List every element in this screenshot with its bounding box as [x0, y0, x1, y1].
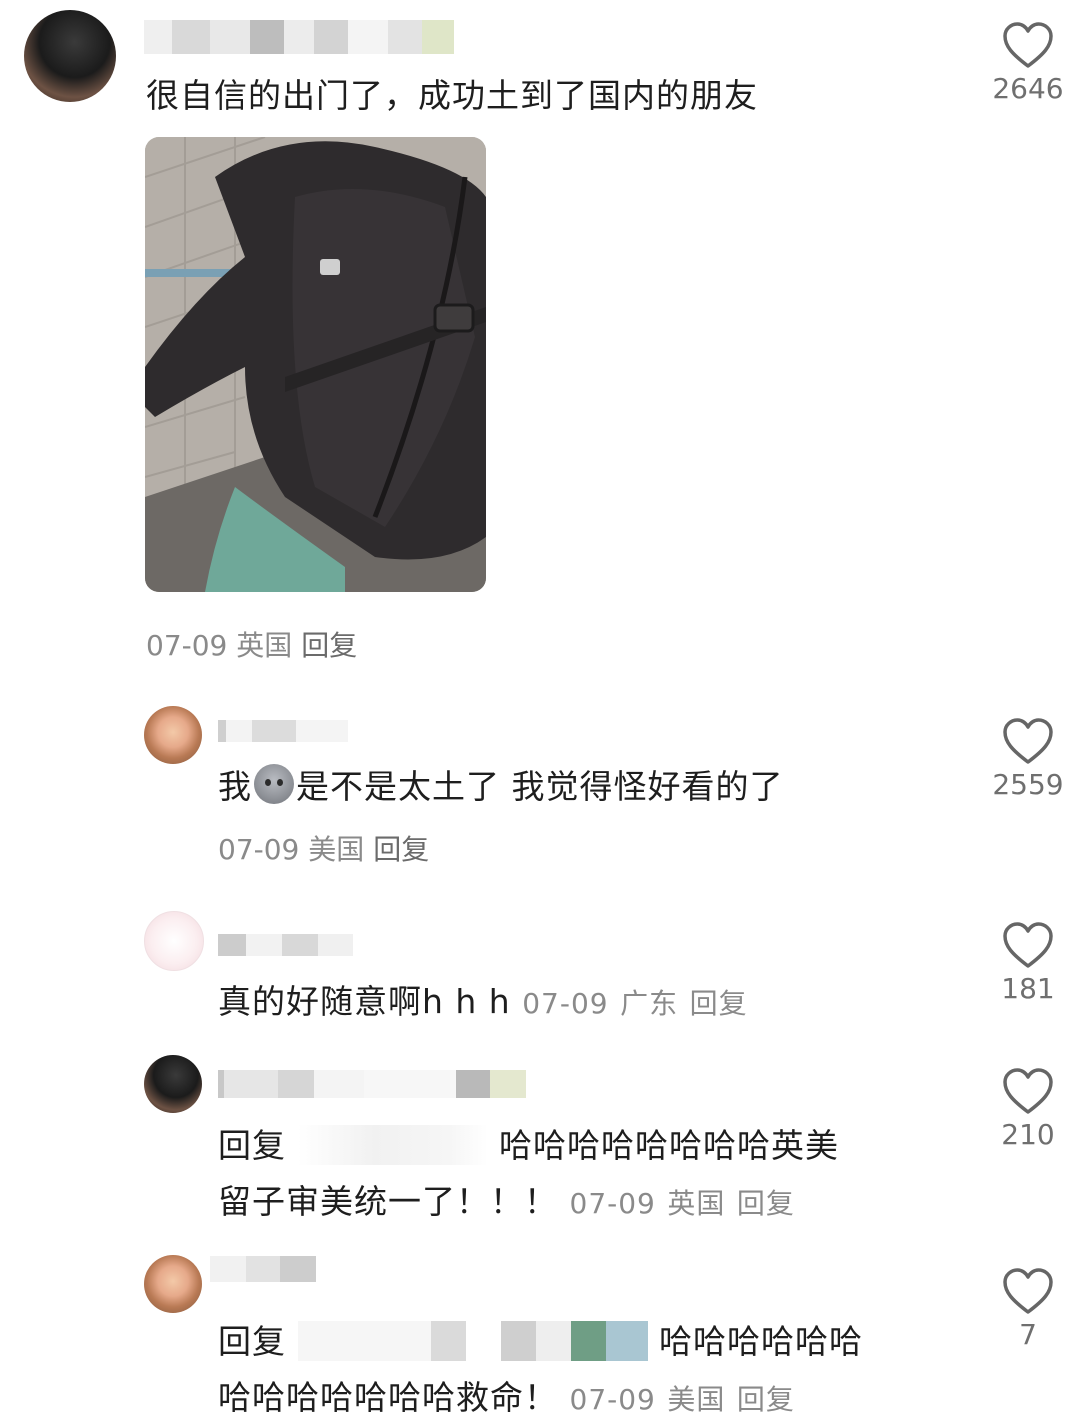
- reply-button[interactable]: 回复: [737, 1383, 795, 1416]
- comment-location: 英国: [236, 629, 293, 662]
- reply-button[interactable]: 回复: [373, 833, 429, 866]
- username-redacted[interactable]: [218, 720, 348, 742]
- comment-date: 07-09: [569, 1383, 656, 1416]
- comment-date: 07-09: [569, 1187, 656, 1220]
- comment-text: 我 是不是太土了 我觉得怪好看的了: [218, 764, 784, 809]
- comment-text-part: 是不是太土了 我觉得怪好看的了: [296, 767, 784, 806]
- reply-prefix: 回复: [218, 1126, 286, 1165]
- like-button[interactable]: 2559: [983, 718, 1070, 801]
- comment-date: 07-09: [146, 629, 228, 662]
- comment-location: 英国: [667, 1187, 726, 1220]
- comment-text: 哈哈哈哈哈哈: [659, 1322, 863, 1361]
- heart-icon[interactable]: [1002, 1268, 1054, 1316]
- comment-text-row: 真的好随意啊h h h 07-09 广东 回复: [218, 980, 748, 1026]
- mention-redacted[interactable]: [297, 1321, 648, 1361]
- comment-text-line1: 回复 哈哈哈哈哈哈: [218, 1320, 863, 1364]
- reply-button[interactable]: 回复: [301, 629, 357, 662]
- comment-text: 哈哈哈哈哈哈哈哈英美: [499, 1126, 839, 1165]
- avatar[interactable]: [144, 1255, 202, 1313]
- username-redacted[interactable]: [210, 1256, 316, 1282]
- avatar[interactable]: [144, 911, 204, 971]
- comment-text: 哈哈哈哈哈哈哈救命！: [218, 1378, 558, 1417]
- like-count: 2646: [992, 72, 1064, 105]
- avatar[interactable]: [144, 706, 202, 764]
- comment-text-line2: 留子审美统一了！！！ 07-09 英国 回复: [218, 1180, 795, 1226]
- mention-redacted[interactable]: [297, 1125, 488, 1165]
- heart-icon[interactable]: [1002, 922, 1054, 970]
- comment-text: 很自信的出门了，成功土到了国内的朋友: [146, 76, 758, 115]
- username-redacted[interactable]: [218, 934, 353, 956]
- sad-face-emoji: [254, 764, 294, 804]
- reply-prefix: 回复: [218, 1322, 286, 1361]
- reply-button[interactable]: 回复: [737, 1187, 795, 1220]
- heart-icon[interactable]: [1002, 1068, 1054, 1116]
- heart-icon[interactable]: [1002, 718, 1054, 766]
- like-count: 181: [1001, 972, 1055, 1005]
- photo-person-in-fleece-jacket: [145, 137, 486, 592]
- comment-date: 07-09: [218, 833, 300, 866]
- comment-text-line1: 回复 哈哈哈哈哈哈哈哈英美: [218, 1124, 839, 1168]
- comment-meta: 07-09 英国 回复: [146, 624, 357, 664]
- comment-text: 真的好随意啊h h h: [218, 982, 511, 1021]
- reply-button[interactable]: 回复: [690, 987, 748, 1020]
- comment-text: 留子审美统一了！！！: [218, 1182, 558, 1221]
- username-redacted[interactable]: [218, 1070, 528, 1098]
- comment-text-line2: 哈哈哈哈哈哈哈救命！ 07-09 美国 回复: [218, 1376, 795, 1422]
- avatar[interactable]: [24, 10, 116, 102]
- comment-location: 美国: [667, 1383, 726, 1416]
- comment-photo[interactable]: [145, 137, 486, 592]
- like-count: 7: [1019, 1318, 1037, 1351]
- comment-location: 美国: [308, 833, 365, 866]
- like-button[interactable]: 181: [983, 922, 1070, 1005]
- comment-text-part: 我: [218, 767, 252, 806]
- like-button[interactable]: 7: [983, 1268, 1070, 1351]
- like-button[interactable]: 210: [983, 1068, 1070, 1151]
- like-button[interactable]: 2646: [983, 22, 1070, 105]
- comment-location: 广东: [620, 987, 679, 1020]
- comment-meta: 07-09 美国 回复: [218, 828, 429, 868]
- avatar[interactable]: [144, 1055, 202, 1113]
- heart-icon[interactable]: [1002, 22, 1054, 70]
- like-count: 2559: [992, 768, 1064, 801]
- like-count: 210: [1001, 1118, 1055, 1151]
- username-redacted[interactable]: [144, 20, 454, 54]
- comment-date: 07-09: [522, 987, 609, 1020]
